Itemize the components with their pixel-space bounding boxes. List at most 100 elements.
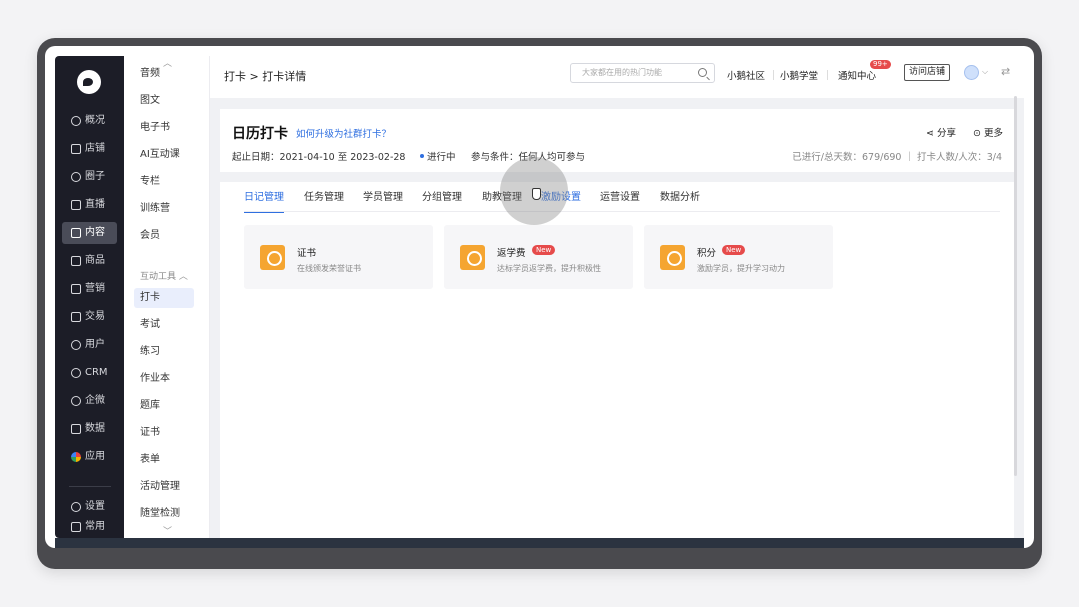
date-range: 起止日期：2021-04-10 至 2023-02-28: [232, 152, 406, 163]
nav-item-community[interactable]: 圈子: [62, 166, 117, 188]
certificate-icon: [260, 245, 285, 270]
nav-item-user[interactable]: 用户: [62, 334, 117, 356]
tab-students[interactable]: 学员管理: [363, 191, 403, 213]
trade-icon: [71, 312, 81, 322]
feature-card-certificate[interactable]: 证书 在线颁发荣誉证书: [244, 225, 433, 289]
tab-tasks[interactable]: 任务管理: [304, 191, 344, 213]
subnav-item-activity[interactable]: 活动管理: [134, 477, 194, 497]
share-button[interactable]: ⋖ 分享: [926, 125, 956, 139]
feature-desc: 在线颁发荣誉证书: [297, 264, 361, 273]
swap-icon[interactable]: ⇄: [1001, 65, 1010, 78]
page-title: 日历打卡: [232, 126, 288, 142]
content-icon: [71, 228, 81, 238]
nav-item-data[interactable]: 数据: [62, 418, 117, 440]
wecom-icon: [71, 396, 81, 406]
subnav-item-exam[interactable]: 考试: [134, 315, 194, 335]
top-bar: 打卡 > 打卡详情 大家都在用的热门功能 小鹅社区 小鹅学堂 通知中心 99+ …: [210, 56, 1024, 98]
nav-item-wecom[interactable]: 企微: [62, 390, 117, 412]
feature-desc: 激励学员，提升学习动力: [697, 264, 785, 273]
search-input[interactable]: 大家都在用的热门功能: [570, 63, 715, 83]
gear-icon: [71, 502, 81, 512]
subnav-group-label[interactable]: 互动工具 ︿: [140, 269, 188, 282]
feature-desc: 达标学员返学费，提升积极性: [497, 264, 601, 273]
notification-center-link[interactable]: 通知中心: [838, 68, 876, 82]
feature-card-refund[interactable]: 返学费 New 达标学员返学费，提升积极性: [444, 225, 633, 289]
nav-item-live[interactable]: 直播: [62, 194, 117, 216]
subnav-item-certificate[interactable]: 证书: [134, 423, 194, 443]
nav-item-settings[interactable]: 设置: [62, 496, 117, 518]
subnav-item-camp[interactable]: 训练营: [134, 199, 194, 219]
search-icon[interactable]: [698, 68, 707, 77]
app-screen: 概况 店铺 圈子 直播 内容 商品 营销 交易 用户 CRM 企微 数据 应用 …: [45, 46, 1034, 548]
divider: [773, 70, 774, 80]
nav-item-marketing[interactable]: 营销: [62, 278, 117, 300]
share-icon: ⋖: [926, 128, 934, 139]
subnav-item-practice[interactable]: 练习: [134, 342, 194, 362]
nav-item-overview[interactable]: 概况: [62, 110, 117, 132]
chevron-up-icon: ︿: [178, 272, 188, 282]
subnav-item-ebook[interactable]: 电子书: [134, 118, 194, 138]
primary-nav: 概况 店铺 圈子 直播 内容 商品 营销 交易 用户 CRM 企微 数据 应用 …: [55, 56, 124, 538]
subnav-item-homework[interactable]: 作业本: [134, 369, 194, 389]
visit-store-button[interactable]: 访问店铺: [904, 64, 950, 81]
nav-item-favorites[interactable]: 常用: [62, 516, 117, 538]
crm-icon: [71, 368, 81, 378]
image-icon: [660, 245, 685, 270]
subnav-item-quiz[interactable]: 随堂检测: [134, 504, 194, 524]
notification-badge: 99+: [870, 60, 891, 69]
community-icon: [71, 172, 81, 182]
chevron-down-icon[interactable]: ﹀: [163, 524, 172, 537]
subnav-item-ai-course[interactable]: AI互动课: [134, 145, 194, 165]
status-dot-icon: [420, 154, 424, 158]
new-badge: New: [532, 245, 556, 255]
tab-analytics[interactable]: 数据分析: [660, 191, 700, 213]
tab-operations[interactable]: 运营设置: [600, 191, 640, 213]
academy-link[interactable]: 小鹅学堂: [780, 68, 818, 82]
taskbar: [55, 538, 1024, 548]
progress-stats: 已进行/总天数：679/690 ｜ 打卡人数/人次：3/4: [792, 152, 1002, 163]
subnav-item-question-bank[interactable]: 题库: [134, 396, 194, 416]
subnav-item-form[interactable]: 表单: [134, 450, 194, 470]
subnav-item-audio[interactable]: 音频: [134, 64, 194, 84]
hand-cursor-icon: [532, 188, 541, 200]
new-badge: New: [722, 245, 746, 255]
chevron-down-icon[interactable]: ⌵: [982, 67, 988, 77]
refund-coin-icon: [460, 245, 485, 270]
live-icon: [71, 200, 81, 210]
megaphone-icon: [71, 284, 81, 294]
feature-title: 积分: [697, 248, 717, 259]
tab-groups[interactable]: 分组管理: [422, 191, 462, 213]
subnav-item-member[interactable]: 会员: [134, 226, 194, 246]
tab-diary[interactable]: 日记管理: [244, 191, 284, 213]
feature-title: 证书: [297, 248, 317, 259]
avatar[interactable]: [964, 65, 979, 80]
nav-item-trade[interactable]: 交易: [62, 306, 117, 328]
subnav-item-article[interactable]: 图文: [134, 91, 194, 111]
nav-item-apps[interactable]: 应用: [62, 446, 117, 468]
community-link[interactable]: 小鹅社区: [727, 68, 765, 82]
more-button[interactable]: ⊙ 更多: [973, 125, 1003, 139]
checkin-header-card: 日历打卡 如何升级为社群打卡？ 起止日期：2021-04-10 至 2023-0…: [220, 109, 1014, 172]
subnav-item-checkin[interactable]: 打卡: [134, 288, 194, 308]
nav-item-goods[interactable]: 商品: [62, 250, 117, 272]
data-icon: [71, 424, 81, 434]
app-logo-icon: [77, 70, 101, 94]
goods-icon: [71, 256, 81, 266]
chart-pie-icon: [71, 116, 81, 126]
breadcrumb[interactable]: 打卡 > 打卡详情: [224, 68, 306, 84]
apps-icon: [71, 452, 81, 462]
more-icon: ⊙: [973, 128, 981, 139]
nav-item-content[interactable]: 内容: [62, 222, 117, 244]
nav-item-crm[interactable]: CRM: [62, 362, 117, 384]
feature-card-points[interactable]: 积分 New 激励学员，提升学习动力: [644, 225, 833, 289]
device-frame: 概况 店铺 圈子 直播 内容 商品 营销 交易 用户 CRM 企微 数据 应用 …: [37, 38, 1042, 569]
divider: [827, 70, 828, 80]
scrollbar[interactable]: [1014, 96, 1017, 476]
main-area: 打卡 > 打卡详情 大家都在用的热门功能 小鹅社区 小鹅学堂 通知中心 99+ …: [210, 56, 1024, 538]
user-icon: [71, 340, 81, 350]
feature-title: 返学费: [497, 248, 526, 259]
nav-item-store[interactable]: 店铺: [62, 138, 117, 160]
status-badge: 进行中: [427, 152, 456, 163]
upgrade-help-link[interactable]: 如何升级为社群打卡？: [296, 126, 391, 140]
subnav-item-column[interactable]: 专栏: [134, 172, 194, 192]
